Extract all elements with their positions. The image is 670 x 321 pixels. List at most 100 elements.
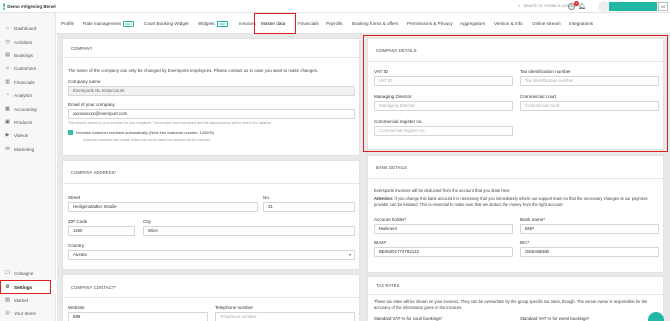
sidebar-item-label: Customers <box>14 66 37 72</box>
country-select[interactable]: Austria ▾ <box>68 250 355 260</box>
sidebar-item-customers[interactable]: ☺ Customers <box>0 62 56 75</box>
divider <box>63 297 359 298</box>
sidebar-item-videos[interactable]: ▶ Videos <box>0 129 56 142</box>
street-field[interactable]: Heiligenstädter Straße <box>68 202 258 212</box>
sidebar-item-label: Dashboard <box>14 26 37 32</box>
sidebar-item-celsagne[interactable]: ☐ Celsagne <box>0 267 56 280</box>
sidebar-item-dashboard[interactable]: ⌂ Dashboard <box>0 22 56 35</box>
chat-bubble-icon[interactable] <box>648 312 664 321</box>
tab-integrations[interactable]: Integrations <box>569 13 593 34</box>
company-email-hint: This email is shown on your invoices for… <box>68 121 272 125</box>
app-root: e Demo eVigeving Benelux ▾ ⌂ Dashboard ◷ A… <box>0 0 670 321</box>
tab-label: Version & Info <box>494 21 523 26</box>
sidebar-item-products[interactable]: ▣ Products <box>0 116 56 129</box>
divider <box>63 183 359 184</box>
company-details-highlight-box <box>363 35 668 152</box>
products-icon: ▣ <box>5 118 10 125</box>
tab-payrolls[interactable]: Payrolls <box>326 13 342 34</box>
website-field[interactable]: 888 <box>68 312 208 321</box>
sidebar-item-label: Analytics <box>14 93 33 99</box>
customers-icon: ☺ <box>4 65 11 72</box>
company-name-field: Eversports NL testaccount <box>68 86 355 96</box>
account-holder-label: Account holder* <box>374 217 407 222</box>
accounting-icon: ▦ <box>5 105 10 112</box>
sidebar-item-financials[interactable]: ▥ Financials <box>0 76 56 89</box>
zip-field[interactable]: 1190 <box>68 226 135 236</box>
tab-online-stream[interactable]: Online stream <box>532 13 561 34</box>
sidebar-item-label: Products <box>14 119 33 125</box>
tab-version-info[interactable]: Version & Info <box>494 13 523 34</box>
tab-widgets[interactable]: Widgets NEW <box>198 13 228 34</box>
tab-label: Financials <box>298 21 319 26</box>
tab-label: Aggregators <box>460 21 486 26</box>
tab-label: Permissions & Privacy <box>407 21 453 26</box>
dashboard-icon: ⌂ <box>5 25 10 32</box>
tab-booking-forms[interactable]: Booking forms & offers <box>352 13 398 34</box>
user-initials-badge[interactable]: M <box>658 2 668 11</box>
bic-field[interactable]: GEBABEBB <box>520 247 659 257</box>
bell-icon[interactable]: 🔔︎ <box>578 3 586 10</box>
attention-label: Attention: <box>374 196 394 201</box>
tab-profile[interactable]: Profile <box>61 13 74 34</box>
sidebar-item-market[interactable]: ▧ Market <box>0 294 56 307</box>
tab-permissions-privacy[interactable]: Permissions & Privacy <box>407 13 453 34</box>
tab-label: Court Booking Widget <box>144 21 189 26</box>
sidebar-item-your-items[interactable]: ◎ Your Items <box>0 307 56 320</box>
tab-label: Widgets <box>198 21 215 26</box>
house-number-field[interactable]: 31 <box>263 202 355 212</box>
sidebar-nav: ⌂ Dashboard ◷ Activities ▤ Bookings ☺ Custom… <box>0 22 56 156</box>
account-holder-field[interactable]: Muliment <box>374 224 513 234</box>
company-notice: The name of the company can only be chan… <box>68 68 319 73</box>
country-value: Austria <box>73 252 87 257</box>
country-label: Country <box>68 243 85 248</box>
divider <box>368 294 663 295</box>
tab-rate-management[interactable]: Rate management NEW <box>83 13 134 34</box>
master-data-highlight-box <box>254 13 296 34</box>
auto-customer-number-checkbox[interactable]: ✓ <box>68 130 73 135</box>
tax-rates-card: TAX RATES These tax rates will be shown … <box>367 276 664 321</box>
company-email-field[interactable]: xxxxxxxxxx@eversport.com <box>68 109 355 119</box>
court-vat-label: Standard VAT % for court bookings* <box>374 316 443 321</box>
company-email-label: Email of your company <box>68 102 115 107</box>
website-label: Website <box>68 305 85 310</box>
sidebar-item-label: Market <box>14 297 29 303</box>
tab-financials[interactable]: Financials <box>298 13 319 34</box>
financials-icon: ▥ <box>5 78 10 85</box>
sidebar-item-label: Marketing <box>14 146 35 152</box>
tab-aggregators[interactable]: Aggregators <box>460 13 485 34</box>
avatar[interactable] <box>598 1 609 12</box>
company-contact-card: COMPANY CONTACT* Website 888 Telephone n… <box>62 274 360 321</box>
marketing-icon: ✉ <box>5 145 10 152</box>
city-label: City <box>143 219 151 224</box>
sidebar-item-marketing[interactable]: ✉ Marketing <box>0 143 56 156</box>
brand[interactable]: e Demo eVigeving Benelux ▾ <box>0 0 65 13</box>
bank-details-header: BANK DETAILS <box>376 165 407 170</box>
sidebar-item-activities[interactable]: ◷ Activities <box>0 35 56 48</box>
tab-label: Rate management <box>83 21 121 26</box>
city-field[interactable]: Wien <box>143 226 355 236</box>
sidebar-item-analytics[interactable]: ◔ Analytics <box>0 89 56 102</box>
tab-label: Profile <box>61 21 75 26</box>
bank-attention: Attention: If you change this bank accou… <box>374 196 659 207</box>
settings-tabs: Profile Rate management NEW Court Booking… <box>56 13 670 34</box>
tab-label: Booking forms & offers <box>352 21 399 26</box>
street-label: Street <box>68 195 81 200</box>
sidebar-item-accounting[interactable]: ▦ Accounting <box>0 102 56 115</box>
sidebar-item-label: Accounting <box>14 106 37 112</box>
divider <box>368 178 663 179</box>
videos-icon: ▶ <box>5 132 10 139</box>
sidebar-item-label: Celsagne <box>14 271 34 277</box>
company-name-label: Company name <box>68 79 101 84</box>
sidebar: e Demo eVigeving Benelux ▾ ⌂ Dashboard ◷ A… <box>0 0 65 321</box>
bank-name-label: Bank name* <box>520 217 546 222</box>
account-button[interactable] <box>609 2 657 11</box>
notification-badge: 1 <box>574 1 579 6</box>
phone-field[interactable]: Telephone number <box>215 312 355 321</box>
phone-label: Telephone number <box>215 305 254 310</box>
tab-court-booking-widget[interactable]: Court Booking Widget <box>144 13 189 34</box>
bank-name-field[interactable]: BNP <box>520 224 659 234</box>
sidebar-item-bookings[interactable]: ▤ Bookings <box>0 49 56 62</box>
new-badge: NEW <box>216 20 228 27</box>
analytics-icon: ◔ <box>5 92 10 99</box>
iban-field[interactable]: BE06001774782122 <box>374 247 513 257</box>
